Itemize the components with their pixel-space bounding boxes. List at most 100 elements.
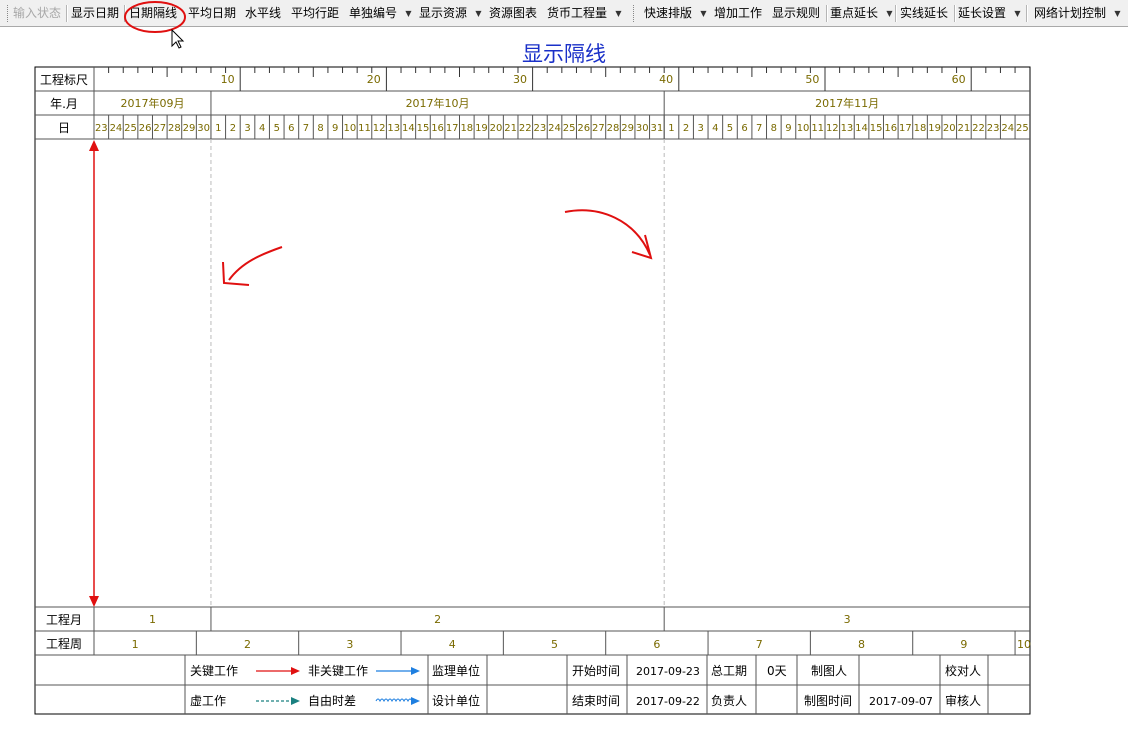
legend-noncritical-label: 非关键工作 bbox=[308, 664, 368, 678]
day-label: 16 bbox=[431, 123, 444, 134]
month-label: 2017年09月 bbox=[120, 96, 184, 110]
day-label: 31 bbox=[651, 123, 664, 134]
arrow-head-icon bbox=[411, 697, 420, 705]
project-week-label: 9 bbox=[960, 638, 967, 651]
arrow-head-icon bbox=[89, 140, 99, 151]
legend-checker-label: 校对人 bbox=[945, 663, 981, 678]
day-label: 19 bbox=[928, 123, 941, 134]
day-label: 26 bbox=[577, 123, 590, 134]
legend-start-value: 2017-09-23 bbox=[636, 665, 700, 678]
legend-start-label: 开始时间 bbox=[572, 664, 620, 678]
day-label: 13 bbox=[841, 123, 854, 134]
network-gantt-chart: 工程标尺年.月日10 20 30 40 50 602017年09月 2017年10月 2017… bbox=[34, 1, 1031, 715]
legend-supervisor-label: 监理单位 bbox=[432, 663, 480, 678]
day-label: 9 bbox=[785, 123, 791, 134]
day-label: 23 bbox=[534, 123, 547, 134]
day-label: 14 bbox=[855, 123, 868, 134]
day-label: 7 bbox=[756, 123, 762, 134]
day-label: 18 bbox=[460, 123, 473, 134]
day-label: 25 bbox=[563, 123, 576, 134]
day-label: 25 bbox=[1016, 123, 1029, 134]
month-label: 2017年10月 bbox=[406, 96, 470, 110]
day-label: 16 bbox=[884, 123, 897, 134]
day-label: 6 bbox=[741, 123, 747, 134]
day-label: 17 bbox=[899, 123, 912, 134]
project-week-label: 5 bbox=[551, 638, 558, 651]
day-label: 10 bbox=[343, 123, 356, 134]
project-month-label: 3 bbox=[844, 613, 851, 626]
day-label: 15 bbox=[417, 123, 430, 134]
project-week-label: 3 bbox=[346, 638, 353, 651]
day-label: 12 bbox=[373, 123, 386, 134]
day-label: 24 bbox=[1001, 123, 1014, 134]
legend-drafter-label: 制图人 bbox=[811, 664, 847, 678]
legend-total-label: 总工期 bbox=[711, 664, 747, 678]
day-label: 6 bbox=[288, 123, 294, 134]
arrow-head-icon bbox=[291, 667, 300, 675]
day-label: 5 bbox=[274, 123, 280, 134]
day-label: 20 bbox=[943, 123, 956, 134]
day-label: 11 bbox=[358, 123, 371, 134]
day-label: 27 bbox=[592, 123, 605, 134]
project-week-label: 8 bbox=[858, 638, 865, 651]
day-label: 1 bbox=[215, 123, 221, 134]
arrow-head-icon bbox=[411, 667, 420, 675]
scale-tick-label: 20 bbox=[367, 73, 381, 86]
highlight-circle-annotation bbox=[124, 1, 186, 33]
day-label: 14 bbox=[402, 123, 415, 134]
scale-tick-label: 30 bbox=[513, 73, 527, 86]
day-label: 13 bbox=[387, 123, 400, 134]
day-label: 30 bbox=[636, 123, 649, 134]
day-label: 3 bbox=[698, 123, 704, 134]
row-label-month: 年.月 bbox=[50, 97, 78, 111]
chart-frame bbox=[34, 66, 1031, 715]
month-label: 2017年11月 bbox=[815, 96, 879, 110]
day-label: 23 bbox=[95, 123, 108, 134]
day-label: 21 bbox=[958, 123, 971, 134]
day-label: 12 bbox=[826, 123, 839, 134]
day-label: 11 bbox=[811, 123, 824, 134]
project-week-label: 6 bbox=[653, 638, 660, 651]
project-month-label: 1 bbox=[149, 613, 156, 626]
day-label: 27 bbox=[153, 123, 166, 134]
day-label: 2 bbox=[683, 123, 689, 134]
day-label: 22 bbox=[972, 123, 985, 134]
day-label: 1 bbox=[668, 123, 674, 134]
day-label: 29 bbox=[183, 123, 196, 134]
row-label-project-month: 工程月 bbox=[46, 612, 82, 627]
legend-draw-time-value: 2017-09-07 bbox=[869, 695, 933, 708]
day-label: 24 bbox=[548, 123, 561, 134]
legend-reviewer-label: 审核人 bbox=[945, 693, 981, 708]
project-week-label: 7 bbox=[756, 638, 763, 651]
scale-tick-label: 40 bbox=[659, 73, 673, 86]
legend-free-float-label: 自由时差 bbox=[308, 694, 356, 708]
arrow-head-icon bbox=[291, 697, 300, 705]
day-label: 21 bbox=[504, 123, 517, 134]
day-label: 22 bbox=[519, 123, 532, 134]
row-label-day: 日 bbox=[58, 121, 70, 135]
day-label: 4 bbox=[712, 123, 718, 134]
row-label-scale: 工程标尺 bbox=[40, 72, 88, 87]
day-label: 19 bbox=[475, 123, 488, 134]
row-label-project-week: 工程周 bbox=[46, 636, 82, 651]
day-label: 10 bbox=[797, 123, 810, 134]
legend-critical-label: 关键工作 bbox=[190, 664, 238, 678]
mouse-cursor-icon bbox=[171, 28, 185, 49]
day-label: 28 bbox=[607, 123, 620, 134]
day-label: 4 bbox=[259, 123, 265, 134]
legend-end-label: 结束时间 bbox=[572, 694, 620, 708]
day-label: 17 bbox=[446, 123, 459, 134]
annotation-arrow-left bbox=[228, 246, 283, 281]
day-label: 9 bbox=[332, 123, 338, 134]
annotation-arrow-right bbox=[564, 209, 651, 256]
day-label: 8 bbox=[317, 123, 323, 134]
day-label: 5 bbox=[727, 123, 733, 134]
legend-owner-label: 负责人 bbox=[711, 694, 747, 708]
legend-end-value: 2017-09-22 bbox=[636, 695, 700, 708]
scale-tick-label: 10 bbox=[221, 73, 235, 86]
day-label: 2 bbox=[230, 123, 236, 134]
scale-tick-label: 60 bbox=[952, 73, 966, 86]
day-label: 30 bbox=[197, 123, 210, 134]
project-week-label: 10 bbox=[1017, 638, 1031, 651]
day-label: 8 bbox=[771, 123, 777, 134]
